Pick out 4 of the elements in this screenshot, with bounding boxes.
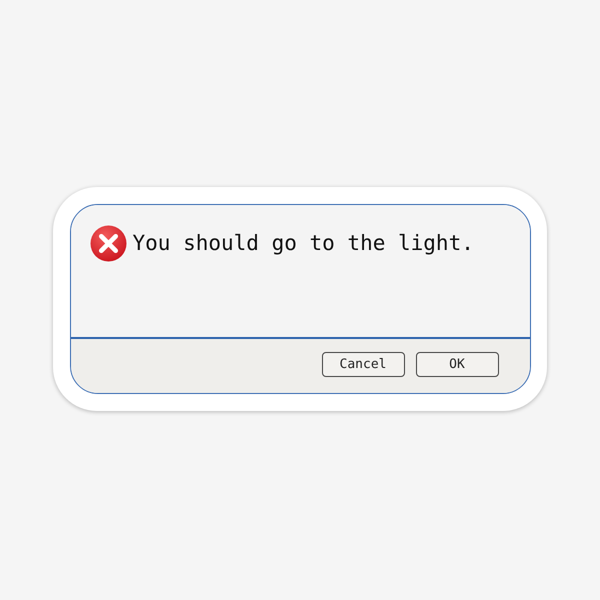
dialog-button[interactable]: OK xyxy=(416,352,498,377)
dialog-button[interactable]: Cancel xyxy=(322,352,404,377)
error-icon xyxy=(90,225,126,262)
error-message: You should go to the light. xyxy=(132,230,474,257)
